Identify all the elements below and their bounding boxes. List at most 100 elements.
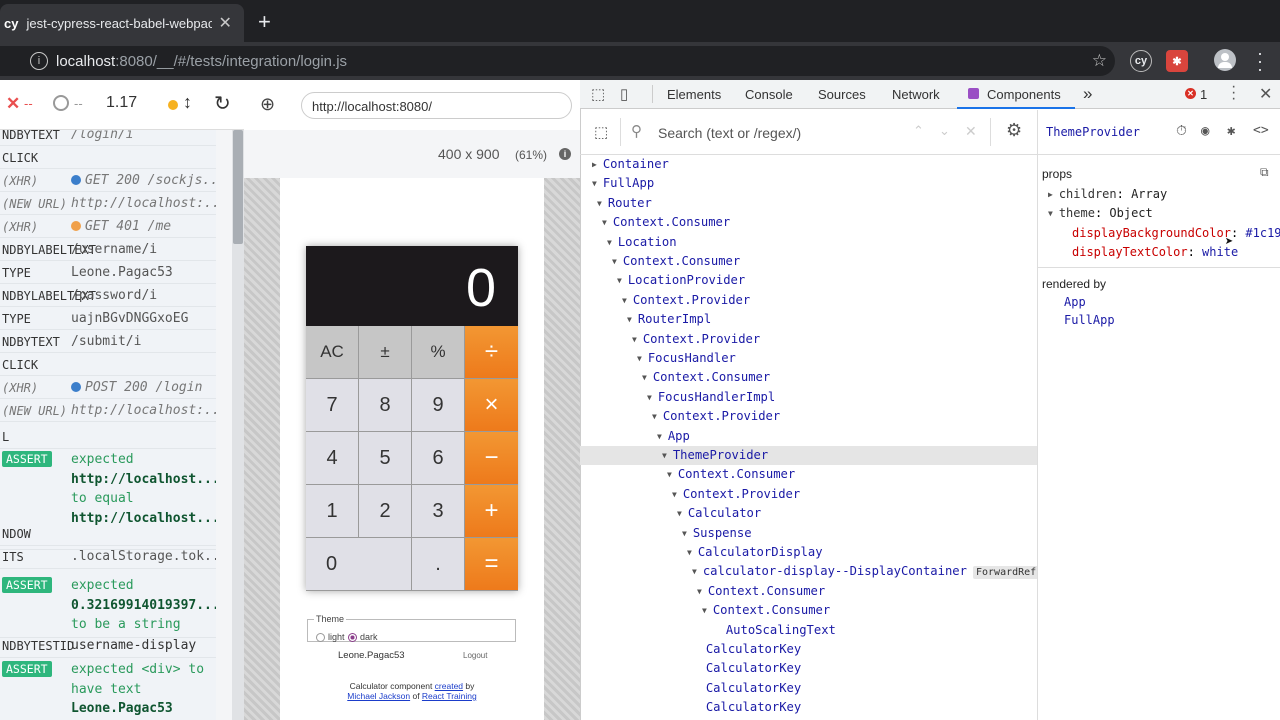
more-tabs-icon[interactable]: » [1083,84,1092,104]
testid-row[interactable]: NDBYTESTID username-display [0,635,216,658]
its-row[interactable]: ITS .localStorage.tok... [0,546,216,569]
tree-node[interactable]: ▼ FocusHandlerImpl [647,388,775,407]
expanded-triangle-icon[interactable]: ▼ [627,315,632,324]
dark-radio[interactable] [348,633,357,642]
auto-scroll-icon[interactable]: ↕ [183,92,192,113]
expanded-triangle-icon[interactable]: ▼ [652,412,657,421]
tree-node[interactable]: ▼ Context.Consumer [642,368,770,387]
prev-result-icon[interactable]: ⌃ [913,123,924,139]
copy-props-icon[interactable]: ⧉ [1260,165,1269,180]
clear-search-icon[interactable]: ✕ [965,123,977,140]
collapsed-triangle-icon[interactable] [687,645,692,654]
prop-display-bg[interactable]: displayBackgroundColor: #1c191c [1072,226,1280,240]
expanded-triangle-icon[interactable]: ▼ [632,335,637,344]
collapsed-triangle-icon[interactable] [687,664,692,673]
command-row[interactable]: (XHR) GET 200 /sockjs... [0,169,216,192]
expanded-triangle-icon[interactable]: ▼ [602,218,607,227]
eye-icon[interactable]: ◉ [1201,123,1209,139]
tree-node[interactable]: ▼ Context.Consumer [697,582,825,601]
expanded-triangle-icon[interactable]: ▼ [657,432,662,441]
expanded-triangle-icon[interactable]: ▼ [702,606,707,615]
calculator-key[interactable]: 2 [359,485,412,538]
reload-icon[interactable]: ↻ [214,91,231,116]
tree-node[interactable]: ▼ FullApp [592,174,654,193]
calculator-key[interactable]: % [412,326,465,379]
tree-node[interactable]: ▼ Suspense [682,524,752,543]
tree-node[interactable]: ▼ Calculator [677,504,761,523]
author-link[interactable]: Michael Jackson [347,691,410,701]
calculator-key[interactable]: 1 [306,485,359,538]
command-row[interactable]: NDBYLABELTEXT/password/i [0,284,216,307]
calculator-key[interactable]: + [465,485,518,538]
url-row[interactable]: L [0,427,216,449]
command-row[interactable]: CLICK [0,353,216,376]
collapsed-triangle-icon[interactable]: ▶ [592,160,597,169]
tree-node[interactable]: ▼ FocusHandler [637,349,736,368]
tree-node[interactable]: ▼ Context.Consumer [612,252,740,271]
created-link[interactable]: created [435,681,463,691]
tab-console[interactable]: Console [745,87,793,102]
view-source-icon[interactable]: <> [1253,123,1269,138]
expanded-triangle-icon[interactable]: ▼ [667,470,672,479]
expanded-triangle-icon[interactable]: ▼ [687,548,692,557]
tab-close-icon[interactable]: ✕ [218,13,231,33]
calculator-key[interactable]: 0 [306,538,412,591]
expanded-triangle-icon[interactable]: ▼ [612,257,617,266]
collapsed-triangle-icon[interactable] [687,703,692,712]
assert-string-row[interactable]: ASSERT expected 0.32169914019397... to b… [0,576,216,638]
error-count[interactable]: 1 [1200,87,1207,102]
expanded-triangle-icon[interactable]: ▼ [622,296,627,305]
site-info-icon[interactable]: i [30,52,48,70]
command-row[interactable]: (NEW URL) http://localhost:... [0,192,216,215]
error-icon[interactable]: ✕ [1185,88,1196,99]
tree-node[interactable]: ▼ Context.Provider [672,485,800,504]
calculator-key[interactable]: 4 [306,432,359,485]
rendered-by-fullapp[interactable]: FullApp [1064,313,1115,327]
expanded-triangle-icon[interactable]: ▼ [617,276,622,285]
bookmark-star-icon[interactable]: ☆ [1092,51,1107,71]
window-row[interactable]: NDOW [0,523,216,546]
aut-url-field[interactable]: http://localhost:8080/ [301,92,572,119]
extension-icon[interactable]: ✱ [1166,50,1188,72]
calculator-key[interactable]: 3 [412,485,465,538]
tree-node[interactable]: ▼ CalculatorDisplay [687,543,823,562]
inspect-element-icon[interactable]: ⬚ [591,85,605,103]
expanded-triangle-icon[interactable]: ▼ [692,567,697,576]
command-row[interactable]: TYPE Leone.Pagac53 [0,261,216,284]
calculator-key[interactable]: 7 [306,379,359,432]
light-radio[interactable] [316,633,325,642]
calculator-key[interactable]: . [412,538,465,591]
expanded-triangle-icon[interactable]: ▼ [682,529,687,538]
bug-icon[interactable]: ✱ [1227,123,1235,139]
expanded-triangle-icon[interactable]: ▼ [647,393,652,402]
react-training-link[interactable]: React Training [422,691,477,701]
expanded-triangle-icon[interactable]: ▼ [607,238,612,247]
tree-node[interactable]: CalculatorKey [687,698,801,717]
prop-theme[interactable]: ▼ theme: Object [1048,206,1153,220]
calculator-key[interactable]: 6 [412,432,465,485]
command-row[interactable]: CLICK [0,146,216,169]
tab-elements[interactable]: Elements [667,87,721,102]
tree-node[interactable]: ▼ ThemeProvider [662,446,768,465]
profile-avatar-icon[interactable] [1214,49,1236,71]
tree-node[interactable]: ▼ Context.Consumer [602,213,730,232]
next-result-icon[interactable]: ⌄ [939,123,950,139]
tree-node[interactable]: ▼ Location [607,233,677,252]
expanded-triangle-icon[interactable]: ▼ [642,373,647,382]
assert-text-row[interactable]: ASSERT expected <div> to have text Leone… [0,660,216,720]
reporter-scrollbar-thumb[interactable] [233,130,243,244]
tree-node[interactable]: ▼ RouterImpl [627,310,711,329]
expanded-triangle-icon[interactable]: ▼ [597,199,602,208]
command-row[interactable]: NDBYTEXT/login/i [0,130,216,146]
expanded-triangle-icon[interactable]: ▼ [592,179,597,188]
tree-node[interactable]: ▼ Context.Consumer [667,465,795,484]
tree-node[interactable]: ▼ App [657,427,690,446]
browser-tab[interactable]: cy jest-cypress-react-babel-webpack ✕ [0,4,244,42]
expanded-triangle-icon[interactable]: ▼ [637,354,642,363]
command-row[interactable]: (NEW URL) http://localhost:... [0,399,216,422]
close-devtools-icon[interactable]: ✕ [1259,84,1272,104]
calculator-key[interactable]: ± [359,326,412,379]
devtools-menu-icon[interactable]: · · · [1231,79,1236,107]
selector-playground-icon[interactable]: ⊕ [260,94,275,115]
calculator-key[interactable]: 5 [359,432,412,485]
